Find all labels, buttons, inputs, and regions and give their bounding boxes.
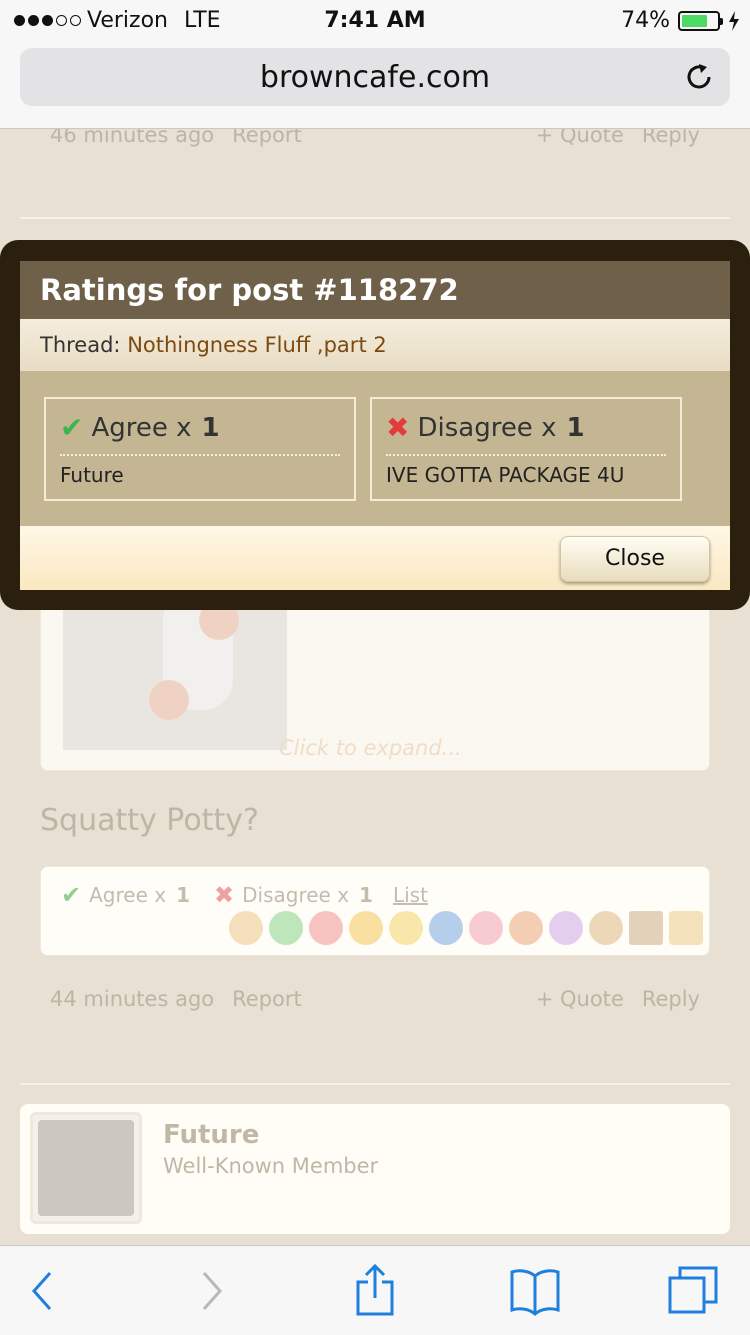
thread-info: Thread: Nothingness Fluff ,part 2 — [20, 319, 730, 371]
disagree-count: 1 — [359, 883, 373, 907]
rating-label: Agree x — [91, 412, 192, 443]
avatar[interactable] — [30, 1112, 142, 1224]
x-icon: ✖ — [214, 881, 235, 909]
disagree-icon[interactable] — [309, 911, 343, 945]
click-to-expand[interactable]: Click to expand... — [279, 736, 462, 760]
package-icon[interactable] — [629, 911, 663, 945]
address-bar[interactable]: browncafe.com — [20, 48, 730, 106]
thread-label: Thread: — [40, 333, 121, 357]
like-icon[interactable] — [229, 911, 263, 945]
report-link[interactable]: Report — [232, 129, 302, 147]
reload-icon[interactable] — [682, 60, 716, 94]
share-icon[interactable] — [348, 1264, 402, 1318]
rainbow-icon[interactable] — [549, 911, 583, 945]
heart-icon[interactable] — [469, 911, 503, 945]
status-bar: Verizon LTE 7:41 AM 74% — [0, 0, 750, 40]
check-icon: ✔ — [61, 881, 82, 909]
battery-icon — [678, 10, 723, 31]
member-name[interactable]: Future — [163, 1120, 259, 1150]
battery-percent: 74% — [621, 8, 670, 33]
ratings-list-link[interactable]: List — [393, 883, 428, 907]
back-icon[interactable] — [16, 1264, 70, 1318]
reply-link[interactable]: Reply — [642, 129, 700, 147]
quote-link[interactable]: + Quote — [536, 129, 624, 147]
close-button[interactable]: Close — [560, 536, 710, 582]
charging-bolt-icon — [729, 10, 739, 31]
rating-options — [229, 911, 703, 945]
wrench-icon[interactable] — [509, 911, 543, 945]
post-meta: 44 minutes ago Report + Quote Reply — [50, 987, 700, 1011]
thread-link[interactable]: Nothingness Fluff ,part 2 — [127, 333, 387, 357]
post-time: 44 minutes ago — [50, 987, 215, 1011]
browser-toolbar — [0, 1245, 750, 1335]
reply-link[interactable]: Reply — [642, 987, 700, 1011]
post-body: Squatty Potty? — [40, 803, 259, 838]
ratings-dialog-body: Ratings for post #118272 Thread: Nothing… — [20, 261, 730, 590]
dialog-title: Ratings for post #118272 — [20, 261, 730, 319]
rating-user[interactable]: Future — [60, 463, 124, 487]
rating-card-agree: ✔ Agree x 1 Future — [44, 397, 356, 501]
rating-card-disagree: ✖ Disagree x 1 IVE GOTTA PACKAGE 4U — [370, 397, 682, 501]
rating-label: Disagree x — [417, 412, 557, 443]
agree-icon[interactable] — [269, 911, 303, 945]
post-divider — [20, 217, 730, 219]
rating-count: 1 — [201, 412, 220, 443]
check-icon: ✔ — [60, 411, 84, 444]
paintbrush-icon[interactable] — [589, 911, 623, 945]
rating-count: 1 — [566, 412, 585, 443]
winner-icon[interactable] — [389, 911, 423, 945]
battery-info: 74% — [621, 8, 740, 33]
agree-count: 1 — [176, 883, 190, 907]
agree-label[interactable]: Agree x — [89, 883, 166, 907]
rating-user[interactable]: IVE GOTTA PACKAGE 4U — [386, 463, 624, 487]
post-ratings-bar: ✔ Agree x 1 ✖ Disagree x 1 List — [40, 866, 710, 956]
dialog-footer: Close — [20, 526, 730, 590]
funny-icon[interactable] — [349, 911, 383, 945]
browser-chrome: browncafe.com — [0, 40, 750, 129]
bookmarks-icon[interactable] — [508, 1264, 562, 1318]
member-title: Well-Known Member — [163, 1154, 379, 1178]
informative-icon[interactable] — [429, 911, 463, 945]
forward-icon[interactable] — [184, 1264, 238, 1318]
report-link[interactable]: Report — [232, 987, 302, 1011]
url-text[interactable]: browncafe.com — [20, 60, 730, 95]
quote-link[interactable]: + Quote — [536, 987, 624, 1011]
x-icon: ✖ — [386, 411, 410, 444]
disagree-label[interactable]: Disagree x — [242, 883, 349, 907]
prev-post-meta: 46 minutes ago Report + Quote Reply — [50, 129, 700, 147]
ratings-dialog: Ratings for post #118272 Thread: Nothing… — [0, 240, 750, 610]
beer-icon[interactable] — [669, 911, 703, 945]
member-card: Future Well-Known Member — [20, 1104, 730, 1234]
tabs-icon[interactable] — [666, 1264, 720, 1318]
post-divider — [20, 1083, 730, 1085]
post-time: 46 minutes ago — [50, 129, 215, 147]
